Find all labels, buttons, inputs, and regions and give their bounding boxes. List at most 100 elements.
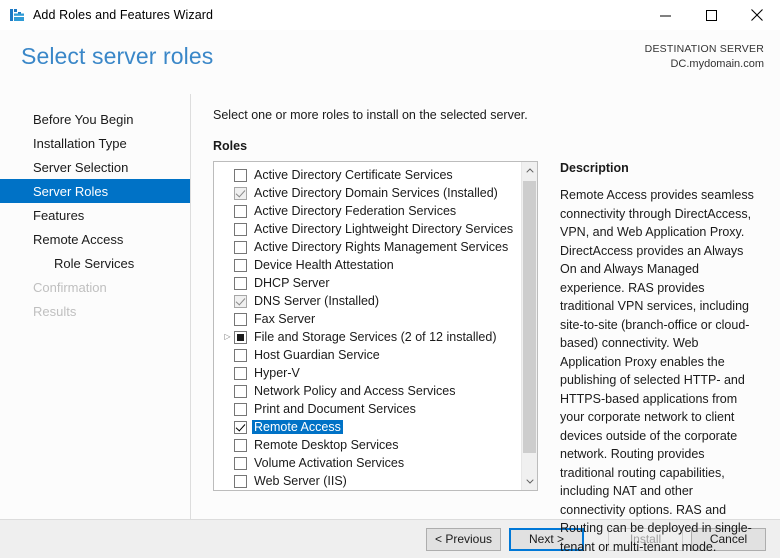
minimize-icon — [659, 15, 671, 16]
role-row[interactable]: Print and Document Services — [214, 400, 521, 418]
instruction-text: Select one or more roles to install on t… — [213, 108, 528, 122]
wizard-navigation: Before You Begin Installation Type Server … — [0, 94, 191, 519]
sidebar-item-role-services[interactable]: Role Services — [0, 251, 190, 275]
role-row[interactable]: DNS Server (Installed) — [214, 292, 521, 310]
sidebar-item-server-roles[interactable]: Server Roles — [0, 179, 190, 203]
role-label: File and Storage Services (2 of 12 insta… — [254, 330, 497, 344]
role-row[interactable]: Active Directory Rights Management Servi… — [214, 238, 521, 256]
maximize-icon — [705, 9, 717, 21]
role-label: Web Server (IIS) — [254, 474, 347, 488]
role-label: DHCP Server — [254, 276, 330, 290]
page-header: Select server roles DESTINATION SERVER D… — [0, 30, 780, 94]
sidebar-item-label: Before You Begin — [33, 111, 134, 127]
role-checkbox[interactable] — [234, 186, 247, 200]
title-bar: Add Roles and Features Wizard — [0, 0, 780, 30]
role-checkbox[interactable] — [234, 240, 247, 254]
sidebar-item-features[interactable]: Features — [0, 203, 190, 227]
role-checkbox[interactable] — [234, 420, 247, 434]
sidebar-item-results: Results — [0, 299, 190, 323]
role-checkbox[interactable] — [234, 276, 247, 290]
roles-list: Active Directory Certificate Services Act… — [214, 162, 521, 490]
scrollbar-thumb[interactable] — [522, 181, 536, 453]
scroll-up-button[interactable] — [521, 162, 537, 179]
roles-and-description: Active Directory Certificate Services Act… — [213, 161, 780, 556]
role-label: Active Directory Federation Services — [254, 204, 457, 218]
role-checkbox[interactable] — [234, 330, 247, 344]
role-checkbox[interactable] — [234, 312, 247, 326]
role-label: DNS Server (Installed) — [254, 294, 380, 308]
role-label: Network Policy and Access Services — [254, 384, 456, 398]
role-row[interactable]: Volume Activation Services — [214, 454, 521, 472]
sidebar-item-label: Confirmation — [33, 279, 107, 295]
sidebar-item-installation-type[interactable]: Installation Type — [0, 131, 190, 155]
sidebar-item-label: Role Services — [54, 255, 135, 271]
role-checkbox[interactable] — [234, 402, 247, 416]
role-row[interactable]: DHCP Server — [214, 274, 521, 292]
window-controls — [642, 0, 780, 30]
role-label: Volume Activation Services — [254, 456, 405, 470]
description-pane: Description Remote Access provides seaml… — [560, 161, 760, 556]
sidebar-item-confirmation: Confirmation — [0, 275, 190, 299]
role-checkbox[interactable] — [234, 204, 247, 218]
role-checkbox[interactable] — [234, 456, 247, 470]
role-checkbox[interactable] — [234, 384, 247, 398]
destination-server-block: DESTINATION SERVER DC.mydomain.com — [645, 42, 764, 73]
role-label: Hyper-V — [254, 366, 300, 380]
sidebar-item-label: Remote Access — [33, 231, 124, 247]
role-label: Active Directory Domain Services (Instal… — [254, 186, 498, 200]
scrollbar-track[interactable] — [521, 179, 537, 473]
chevron-up-icon — [525, 168, 534, 173]
wizard-body: Before You Begin Installation Type Server … — [0, 94, 780, 554]
description-title: Description — [560, 161, 629, 175]
role-row[interactable]: Fax Server — [214, 310, 521, 328]
add-roles-wizard-window: Add Roles and Features Wizard Select ser… — [0, 0, 780, 558]
scroll-down-button[interactable] — [521, 473, 537, 490]
role-checkbox[interactable] — [234, 258, 247, 272]
role-row[interactable]: Device Health Attestation — [214, 256, 521, 274]
roles-listbox[interactable]: Active Directory Certificate Services Act… — [213, 161, 538, 491]
role-row[interactable]: Host Guardian Service — [214, 346, 521, 364]
role-label: Fax Server — [254, 312, 316, 326]
sidebar-item-server-selection[interactable]: Server Selection — [0, 155, 190, 179]
role-label: Device Health Attestation — [254, 258, 394, 272]
sidebar-item-label: Installation Type — [33, 135, 127, 151]
role-row[interactable]: Active Directory Lightweight Directory S… — [214, 220, 521, 238]
maximize-button[interactable] — [688, 0, 734, 30]
role-checkbox[interactable] — [234, 474, 247, 488]
role-checkbox[interactable] — [234, 294, 247, 308]
role-row[interactable]: Network Policy and Access Services — [214, 382, 521, 400]
role-checkbox[interactable] — [234, 168, 247, 182]
sidebar-item-remote-access[interactable]: Remote Access — [0, 227, 190, 251]
sidebar-item-before-you-begin[interactable]: Before You Begin — [0, 107, 190, 131]
page-title: Select server roles — [21, 43, 214, 69]
role-row[interactable]: Web Server (IIS) — [214, 472, 521, 490]
window-title: Add Roles and Features Wizard — [33, 8, 214, 22]
description-text: Remote Access provides seamless connecti… — [560, 188, 754, 554]
sidebar-item-label: Results — [33, 303, 77, 319]
role-row[interactable]: Remote Desktop Services — [214, 436, 521, 454]
close-button[interactable] — [734, 0, 780, 30]
expand-triangle-icon[interactable]: ▷ — [221, 333, 234, 341]
role-row[interactable]: ▷ File and Storage Services (2 of 12 inst… — [214, 328, 521, 346]
role-checkbox[interactable] — [234, 348, 247, 362]
roles-scrollbar[interactable] — [521, 162, 537, 490]
role-checkbox[interactable] — [234, 222, 247, 236]
role-label: Active Directory Certificate Services — [254, 168, 453, 182]
role-row[interactable]: Active Directory Federation Services — [214, 202, 521, 220]
destination-server-label: DESTINATION SERVER — [644, 43, 764, 55]
main-content: Select one or more roles to install on t… — [191, 94, 780, 554]
role-checkbox[interactable] — [234, 438, 247, 452]
role-checkbox[interactable] — [234, 366, 247, 380]
role-row[interactable]: Remote Access — [214, 418, 521, 436]
sidebar-item-label: Features — [33, 207, 85, 223]
role-row[interactable]: Active Directory Domain Services (Instal… — [214, 184, 521, 202]
role-row[interactable]: Active Directory Certificate Services — [214, 166, 521, 184]
sidebar-item-label: Server Roles — [33, 183, 109, 199]
server-roles-icon — [10, 9, 24, 21]
role-label: Remote Access — [252, 420, 343, 434]
chevron-down-icon — [525, 479, 534, 484]
minimize-button[interactable] — [642, 0, 688, 30]
role-label: Print and Document Services — [254, 402, 416, 416]
destination-server-value: DC.mydomain.com — [670, 58, 764, 71]
role-row[interactable]: Hyper-V — [214, 364, 521, 382]
